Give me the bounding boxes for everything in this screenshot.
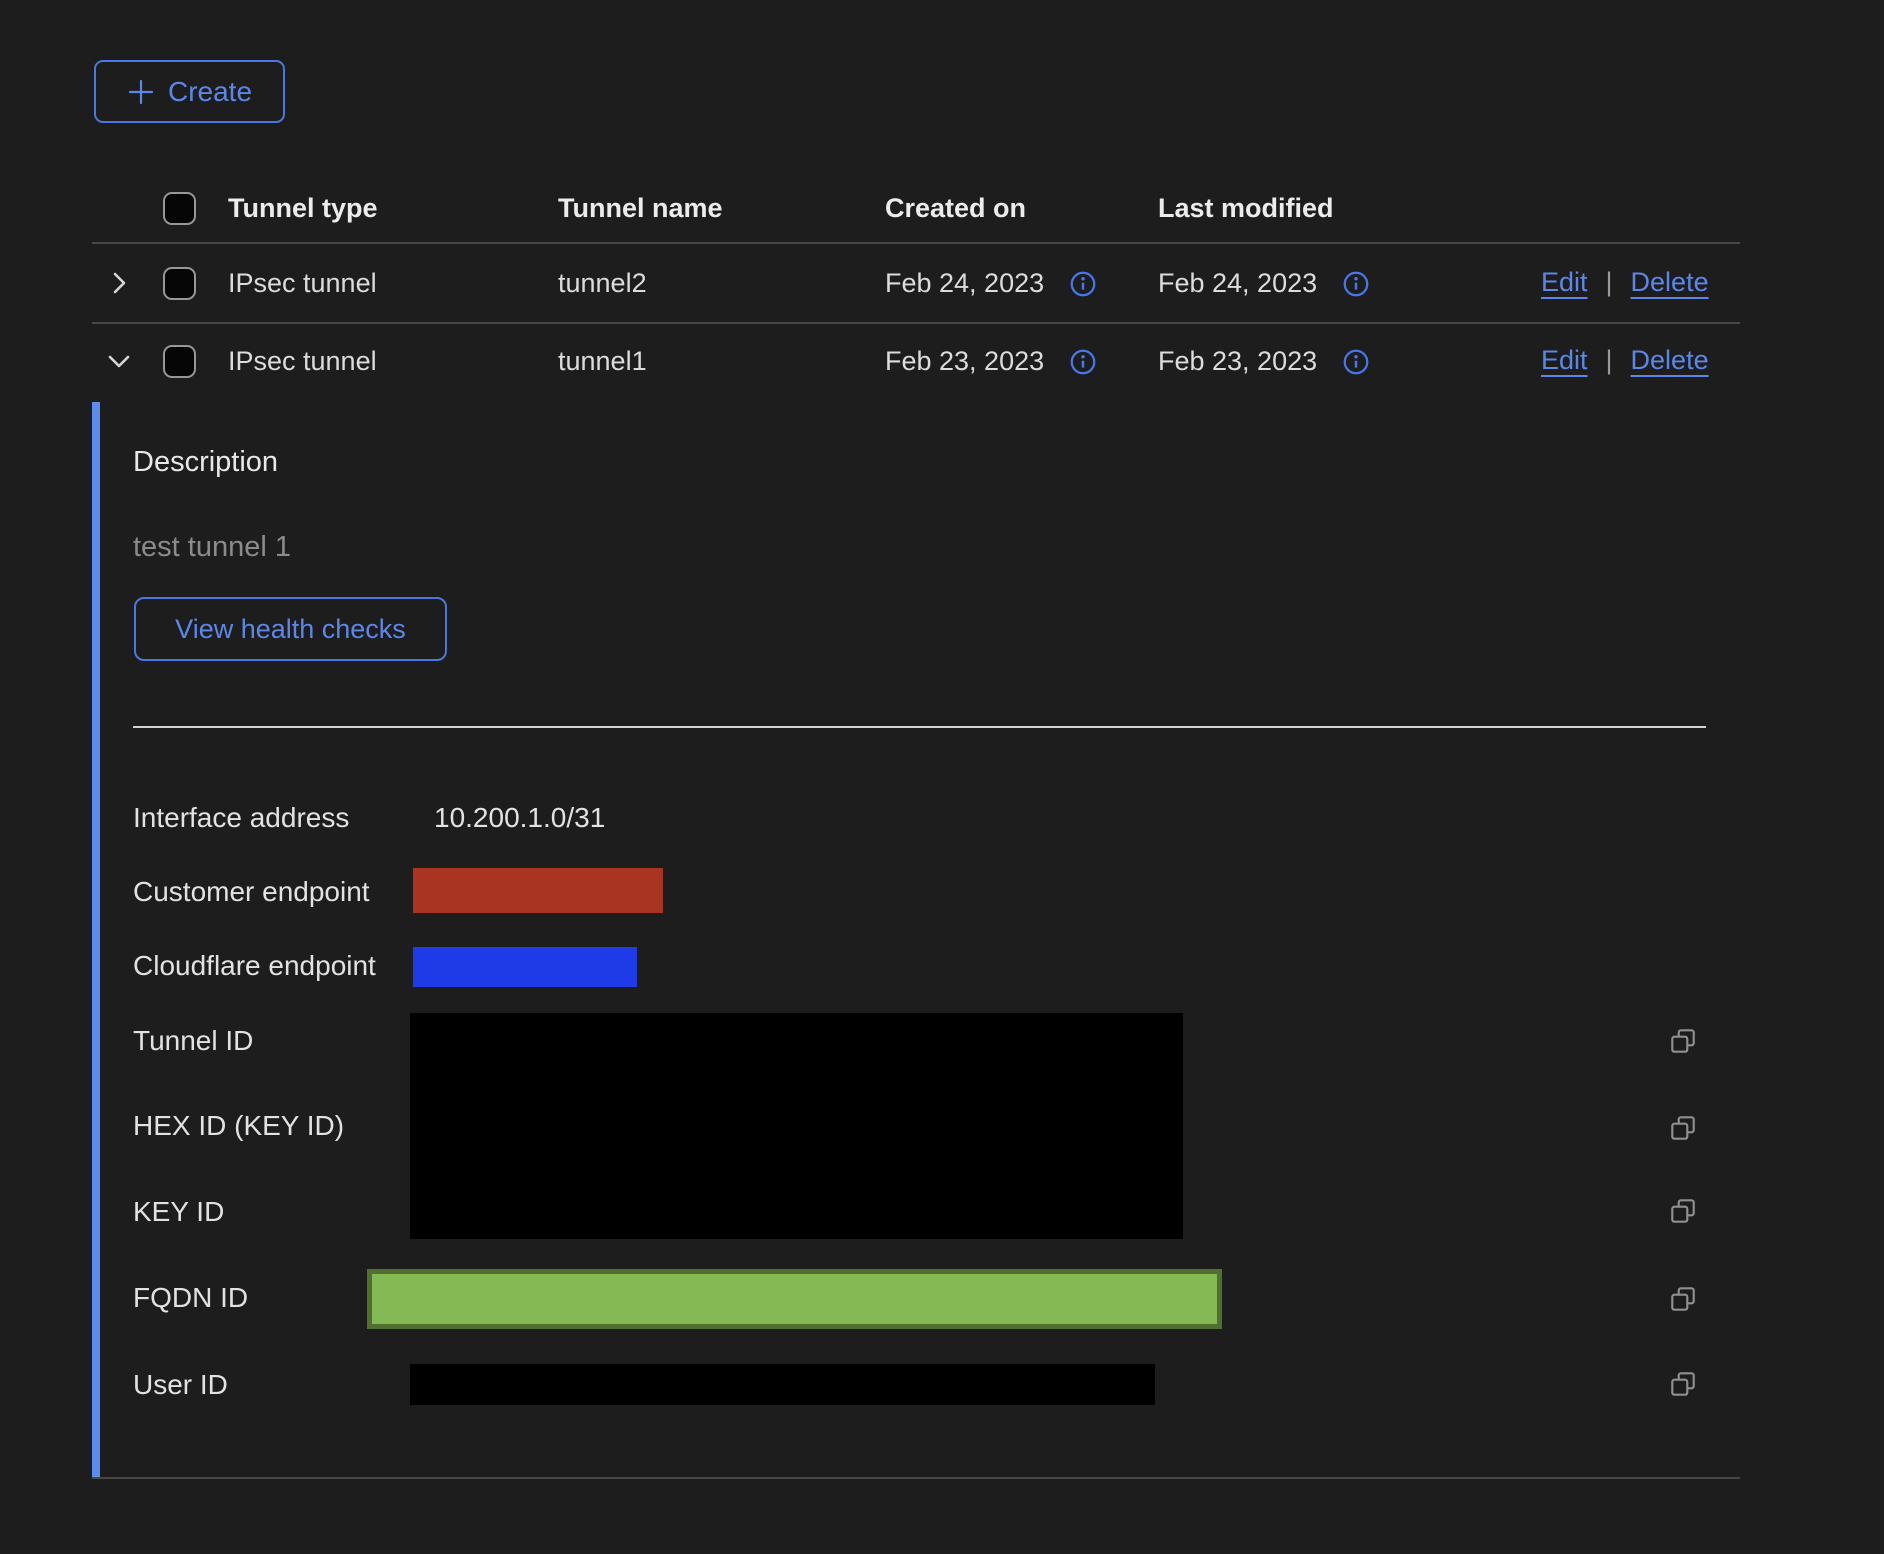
divider: [133, 726, 1706, 728]
chevron-down-icon[interactable]: [103, 345, 135, 377]
user-id-label: User ID: [133, 1369, 228, 1400]
last-modified-cell: Feb 24, 2023: [1158, 267, 1371, 300]
expanded-row-indicator-bar: [92, 402, 100, 1477]
create-button-label: Create: [168, 76, 252, 108]
cloudflare-endpoint-redaction: [413, 947, 637, 987]
create-button[interactable]: Create: [94, 60, 285, 123]
column-header-tunnel-type: Tunnel type: [228, 192, 378, 225]
action-separator: |: [1606, 267, 1613, 298]
plus-icon: [127, 78, 155, 106]
copy-icon[interactable]: [1668, 1284, 1698, 1314]
row-actions: Edit | Delete: [1541, 345, 1709, 376]
hex-id-label: HEX ID (KEY ID): [133, 1110, 344, 1141]
row-checkbox[interactable]: [163, 267, 196, 300]
cloudflare-endpoint-label: Cloudflare endpoint: [133, 950, 376, 981]
delete-link[interactable]: Delete: [1631, 267, 1709, 298]
customer-endpoint-label: Customer endpoint: [133, 876, 370, 907]
row-checkbox[interactable]: [163, 345, 196, 378]
interface-address-label: Interface address: [133, 802, 349, 833]
tunnels-page: Create Tunnel type Tunnel name Created o…: [0, 0, 1884, 1554]
last-modified-value: Feb 23, 2023: [1158, 345, 1317, 378]
customer-endpoint-redaction: [413, 868, 663, 913]
tunnel-name-cell: tunnel2: [558, 267, 647, 300]
fqdn-id-label: FQDN ID: [133, 1282, 248, 1313]
column-header-last-modified: Last modified: [1158, 192, 1334, 225]
delete-link[interactable]: Delete: [1631, 345, 1709, 376]
copy-icon[interactable]: [1668, 1369, 1698, 1399]
divider: [92, 322, 1740, 324]
divider: [92, 242, 1740, 244]
description-heading: Description: [133, 446, 278, 479]
user-id-redaction: [410, 1364, 1155, 1405]
tunnel-type-cell: IPsec tunnel: [228, 267, 377, 300]
last-modified-value: Feb 24, 2023: [1158, 267, 1317, 300]
copy-icon[interactable]: [1668, 1113, 1698, 1143]
created-on-value: Feb 23, 2023: [885, 345, 1044, 378]
copy-icon[interactable]: [1668, 1026, 1698, 1056]
row-actions: Edit | Delete: [1541, 267, 1709, 298]
created-on-cell: Feb 23, 2023: [885, 345, 1098, 378]
tunnel-type-cell: IPsec tunnel: [228, 345, 377, 378]
key-id-label: KEY ID: [133, 1196, 224, 1227]
column-header-tunnel-name: Tunnel name: [558, 192, 723, 225]
edit-link[interactable]: Edit: [1541, 267, 1588, 298]
tunnel-name-cell: tunnel1: [558, 345, 647, 378]
info-icon[interactable]: [1068, 347, 1098, 377]
info-icon[interactable]: [1341, 347, 1371, 377]
edit-link[interactable]: Edit: [1541, 345, 1588, 376]
info-icon[interactable]: [1341, 269, 1371, 299]
description-text: test tunnel 1: [133, 531, 291, 564]
select-all-checkbox[interactable]: [163, 192, 196, 225]
ids-redaction: [410, 1013, 1183, 1239]
created-on-value: Feb 24, 2023: [885, 267, 1044, 300]
copy-icon[interactable]: [1668, 1196, 1698, 1226]
action-separator: |: [1606, 345, 1613, 376]
last-modified-cell: Feb 23, 2023: [1158, 345, 1371, 378]
interface-address-value: 10.200.1.0/31: [434, 802, 605, 833]
info-icon[interactable]: [1068, 269, 1098, 299]
fqdn-id-redaction: [367, 1269, 1222, 1329]
column-header-created-on: Created on: [885, 192, 1026, 225]
divider: [92, 1477, 1740, 1479]
tunnel-id-label: Tunnel ID: [133, 1025, 253, 1056]
created-on-cell: Feb 24, 2023: [885, 267, 1098, 300]
view-health-checks-button[interactable]: View health checks: [134, 597, 447, 661]
chevron-right-icon[interactable]: [103, 267, 135, 299]
